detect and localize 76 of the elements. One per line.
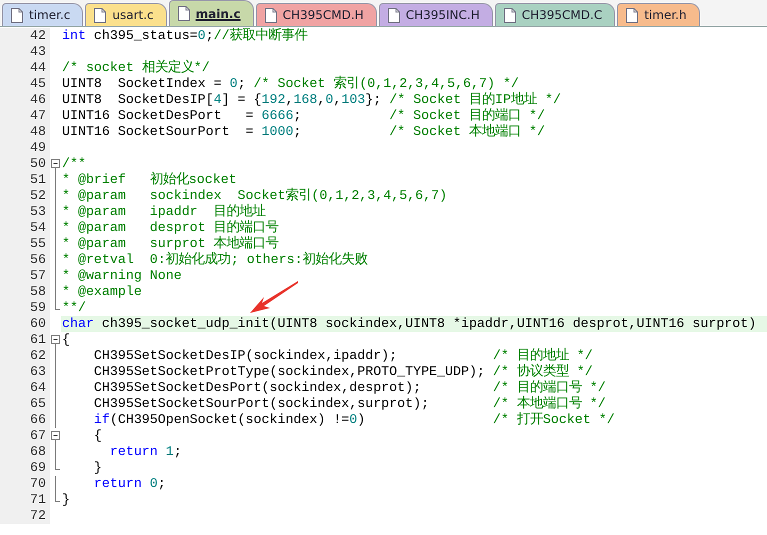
line-number: 45 [0,76,50,92]
line-number: 50 [0,156,50,172]
code-line: CH395SetSocketDesIP(sockindex,ipaddr); /* 目的地址 */ [92,348,594,364]
code-line: CH395SetSocketSourPort(sockindex,surprot); /* 本地端口号 */ [92,396,607,412]
code-line: * @param ipaddr 目的地址 [61,204,267,220]
line-number: 51 [0,172,50,188]
file-icon [388,8,400,22]
file-tab[interactable]: CH395INC.H [378,3,493,26]
code-line: /** [61,156,87,172]
code-line: UINT16 SocketSourPort = 1000; /* Socket 本地端口 */ [61,124,546,140]
file-icon [626,8,638,22]
code-line: if(CH395OpenSocket(sockindex) !=0) /* 打开Socket */ [92,412,616,428]
line-number: 69 [0,460,50,476]
code-line: * @brief 初始化socket [61,172,238,188]
file-tab[interactable]: CH395CMD.C [494,3,616,26]
annotation-arrow [248,279,300,315]
line-number: 44 [0,60,50,76]
line-number: 67 [0,428,50,444]
line-number: 57 [0,268,50,284]
line-number: 49 [0,140,50,156]
code-line: * @retval 0:初始化成功; others:初始化失败 [61,252,369,268]
code-line: } [92,460,103,476]
code-line: UINT8 SocketIndex = 0; /* Socket 索引(0,1,2,3,4,5,6,7) */ [61,76,520,92]
line-number: 59 [0,300,50,316]
file-icon [264,8,277,22]
code-line: } [61,492,71,508]
file-tab[interactable]: CH395CMD.H [256,3,377,26]
line-number: 42 [0,28,50,44]
file-icon [178,6,190,21]
fold-toggle-icon[interactable] [50,332,61,348]
code-line: **/ [61,300,87,316]
fold-toggle-icon[interactable] [50,428,61,444]
line-number: 66 [0,412,50,428]
line-number: 58 [0,284,50,300]
code-line: return 0; [92,476,167,492]
line-number: 55 [0,236,50,252]
line-number: 71 [0,492,50,508]
code-line: * @param surprot 本地端口号 [61,236,280,252]
line-number: 46 [0,92,50,108]
file-icon [504,8,516,22]
line-number: 52 [0,188,50,204]
line-number: 53 [0,204,50,220]
file-tab[interactable]: timer.c [2,3,84,26]
code-line: { [92,428,103,444]
file-tab[interactable]: usart.c [85,3,167,26]
line-number: 64 [0,380,50,396]
code-line: * @param desprot 目的端口号 [61,220,280,236]
line-number: 48 [0,124,50,140]
code-line: CH395SetSocketDesPort(sockindex,desprot); /* 目的端口号 */ [92,380,607,396]
line-number: 62 [0,348,50,364]
code-line: * @param sockindex Socket索引(0,1,2,3,4,5,6,7) [61,188,448,204]
code-line: UINT8 SocketDesIP[4] = {192,168,0,103}; /* Socket 目的IP地址 */ [61,92,562,108]
code-line: int ch395_status=0;//获取中断事件 [61,28,309,44]
line-number: 56 [0,252,50,268]
code-line: * @warning None [61,268,183,284]
line-number: 61 [0,332,50,348]
line-number: 54 [0,220,50,236]
line-number: 60 [0,316,50,332]
line-number: 70 [0,476,50,492]
fold-toggle-icon[interactable] [50,156,61,172]
line-number: 43 [0,44,50,60]
file-tab[interactable]: timer.h [617,3,700,26]
code-line: CH395SetSocketProtType(sockindex,PROTO_TYPE_UDP); /* 协议类型 */ [92,364,594,380]
line-number: 68 [0,444,50,460]
line-number: 47 [0,108,50,124]
line-number: 72 [0,508,50,524]
code-line: UINT16 SocketDesPort = 6666; /* Socket 目的端口 */ [61,108,546,124]
code-line: /* socket 相关定义*/ [61,60,211,76]
file-tab[interactable]: main.c [168,0,254,26]
code-line: { [61,332,71,348]
code-line: return 1; [108,444,183,460]
code-line: * @example [61,284,143,300]
line-number: 65 [0,396,50,412]
line-number: 63 [0,364,50,380]
file-icon [94,8,106,22]
file-icon [11,8,23,22]
